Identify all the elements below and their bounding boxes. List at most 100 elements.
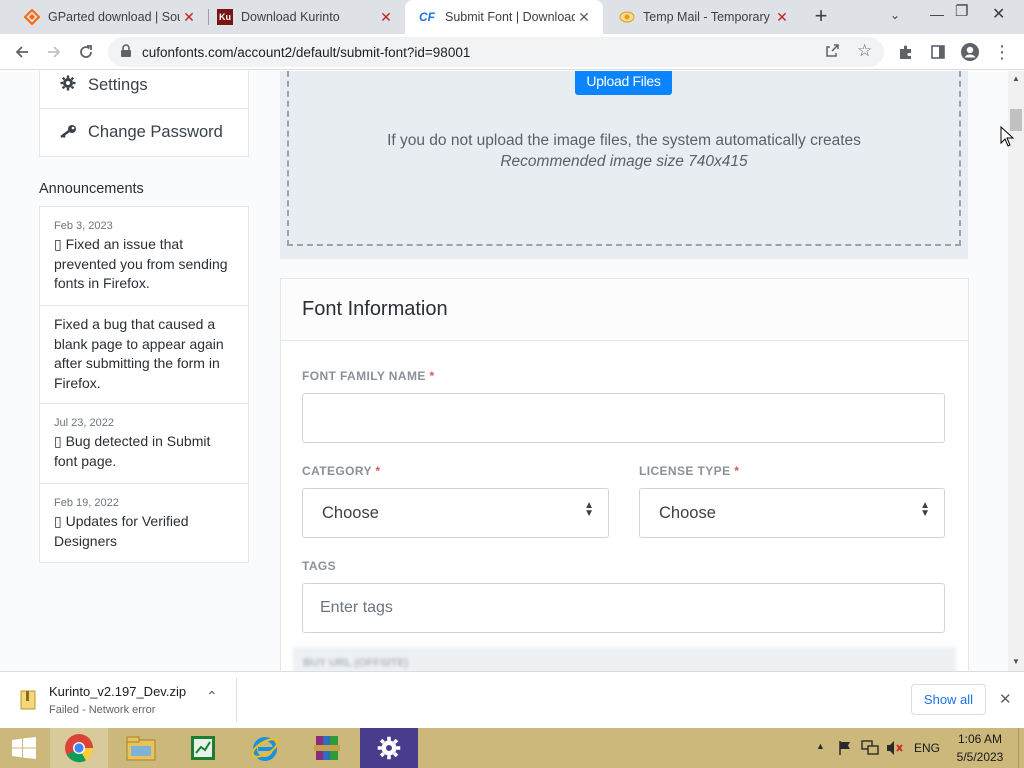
close-tab-icon[interactable]: ✕ — [377, 8, 395, 26]
tab-temp-mail[interactable]: Temp Mail - Temporary D ✕ — [603, 0, 801, 34]
tab-strip: GParted download | Sour ✕ Ku Download Ku… — [0, 0, 1024, 34]
card-header: Font Information — [281, 279, 968, 341]
close-download-bar-icon[interactable]: ✕ — [999, 690, 1012, 708]
license-selected-value: Choose — [659, 504, 716, 522]
announcement-item[interactable]: Jul 23, 2022 ▯ Bug detected in Submit fo… — [40, 404, 248, 484]
announcements-heading: Announcements — [39, 181, 144, 197]
announcement-text: ▯ Updates for Verified Designers — [54, 513, 189, 549]
forward-button[interactable] — [42, 40, 66, 64]
upload-size-hint: Recommended image size 740x415 — [500, 153, 748, 170]
upload-files-button[interactable]: Upload Files — [575, 71, 672, 95]
download-bar: Kurinto_v2.197_Dev.zip Failed - Network … — [0, 671, 1024, 728]
chrome-icon[interactable] — [50, 728, 108, 768]
show-desktop-button[interactable] — [1018, 728, 1024, 768]
font-family-label-text: FONT FAMILY NAME — [302, 369, 426, 383]
close-tab-icon[interactable]: ✕ — [773, 8, 791, 26]
font-family-label: FONT FAMILY NAME * — [302, 369, 435, 383]
cufonfonts-icon: CF — [417, 9, 437, 25]
upload-info-text: If you do not upload the image files, th… — [387, 132, 861, 149]
reload-button[interactable] — [74, 40, 98, 64]
minimize-button[interactable]: — — [930, 6, 944, 22]
tab-search-chevron-icon[interactable]: ⌄ — [890, 8, 900, 22]
browser-menu-icon[interactable]: ⋮ — [990, 40, 1014, 64]
announcements-list: Feb 3, 2023 ▯ Fixed an issue that preven… — [39, 206, 249, 563]
zip-file-icon — [20, 690, 36, 715]
kurinto-icon: Ku — [217, 9, 233, 25]
license-type-label: LICENSE TYPE * — [639, 464, 739, 478]
tab-kurinto[interactable]: Ku Download Kurinto ✕ — [209, 0, 405, 34]
close-window-button[interactable]: ✕ — [992, 4, 1005, 24]
tags-input[interactable]: Enter tags — [302, 583, 945, 633]
internet-explorer-icon[interactable] — [236, 728, 294, 768]
page-scrollbar[interactable]: ▲ ▼ — [1008, 71, 1024, 671]
category-select[interactable]: Choose ▲ ▼ — [302, 488, 609, 538]
announcement-text: ▯ Bug detected in Submit font page. — [54, 433, 211, 469]
tab-title: Download Kurinto — [241, 10, 340, 24]
show-hidden-icons-icon[interactable]: ▲ — [816, 741, 825, 751]
sidebar-item-change-password[interactable]: Change Password — [40, 109, 248, 156]
spreadsheet-icon[interactable] — [174, 728, 232, 768]
card-title: Font Information — [302, 298, 448, 320]
settings-app-icon[interactable] — [360, 728, 418, 768]
required-mark: * — [375, 464, 381, 478]
back-button[interactable] — [10, 40, 34, 64]
scroll-down-arrow-icon[interactable]: ▼ — [1012, 657, 1020, 666]
announcement-date: Feb 3, 2023 — [54, 220, 113, 232]
tempmail-icon — [619, 9, 635, 25]
lock-icon[interactable] — [120, 44, 132, 63]
file-explorer-icon[interactable] — [112, 728, 170, 768]
network-icon[interactable] — [861, 740, 879, 761]
scroll-up-arrow-icon[interactable]: ▲ — [1012, 74, 1020, 83]
tab-submit-font[interactable]: CF Submit Font | Download ✕ — [405, 0, 603, 34]
clock-date[interactable]: 5/5/2023 — [955, 750, 1005, 764]
browser-toolbar: cufonfonts.com/account2/default/submit-f… — [0, 34, 1024, 70]
windows-taskbar: ▲ ENG 1:06 AM 5/5/2023 — [0, 728, 1024, 768]
profile-avatar-icon[interactable] — [958, 40, 982, 64]
category-selected-value: Choose — [322, 504, 379, 522]
license-label-text: LICENSE TYPE — [639, 464, 731, 478]
start-button[interactable] — [0, 728, 48, 768]
close-tab-icon[interactable]: ✕ — [575, 8, 593, 26]
winrar-icon[interactable] — [298, 728, 356, 768]
show-all-button[interactable]: Show all — [911, 684, 986, 715]
language-indicator[interactable]: ENG — [914, 741, 940, 755]
key-icon — [58, 124, 78, 142]
new-tab-button[interactable]: + — [810, 5, 832, 28]
announcement-text: ▯ Fixed an issue that prevented you from… — [54, 236, 228, 291]
tags-placeholder: Enter tags — [320, 599, 393, 616]
sidebar-item-label: Change Password — [88, 123, 223, 141]
side-panel-icon[interactable] — [926, 40, 950, 64]
tab-title: GParted download | Sour — [48, 10, 180, 24]
restore-button[interactable]: ❐ — [955, 2, 968, 20]
account-menu: Settings Change Password — [39, 71, 249, 157]
category-label: CATEGORY * — [302, 464, 380, 478]
volume-muted-icon[interactable] — [886, 740, 904, 761]
extensions-icon[interactable] — [894, 40, 918, 64]
sidebar-item-label: Settings — [88, 75, 148, 94]
font-information-card: Font Information FONT FAMILY NAME * CATE… — [280, 278, 969, 671]
page-content: Settings Change Password Announcements F… — [0, 71, 1008, 671]
download-filename[interactable]: Kurinto_v2.197_Dev.zip — [49, 684, 186, 699]
announcement-text: Fixed a bug that caused a blank page to … — [54, 316, 224, 391]
license-type-select[interactable]: Choose ▲ ▼ — [639, 488, 945, 538]
sidebar-item-settings[interactable]: Settings — [40, 71, 248, 109]
sourceforge-icon — [24, 9, 40, 25]
bookmark-star-icon[interactable]: ☆ — [857, 41, 872, 61]
buy-url-label: BUY URL (OFFSITE) — [303, 657, 409, 669]
share-icon[interactable] — [824, 43, 840, 64]
tab-gparted[interactable]: GParted download | Sour ✕ — [8, 0, 208, 34]
announcement-item[interactable]: Fixed a bug that caused a blank page to … — [40, 306, 248, 404]
tab-title: Temp Mail - Temporary D — [643, 10, 773, 24]
announcement-date: Jul 23, 2022 — [54, 417, 114, 429]
announcement-item[interactable]: Feb 3, 2023 ▯ Fixed an issue that preven… — [40, 207, 248, 306]
clock-time[interactable]: 1:06 AM — [955, 732, 1005, 746]
chevron-up-icon[interactable]: ⌃ — [206, 688, 218, 705]
announcement-item[interactable]: Feb 19, 2022 ▯ Updates for Verified Desi… — [40, 484, 248, 563]
cufonfonts-icon-text: CF — [419, 10, 435, 24]
action-center-flag-icon[interactable] — [837, 740, 853, 761]
close-tab-icon[interactable]: ✕ — [180, 8, 198, 26]
font-family-input[interactable] — [302, 393, 945, 443]
address-bar[interactable]: cufonfonts.com/account2/default/submit-f… — [108, 37, 884, 67]
required-mark: * — [429, 369, 435, 383]
gear-icon — [58, 75, 78, 95]
